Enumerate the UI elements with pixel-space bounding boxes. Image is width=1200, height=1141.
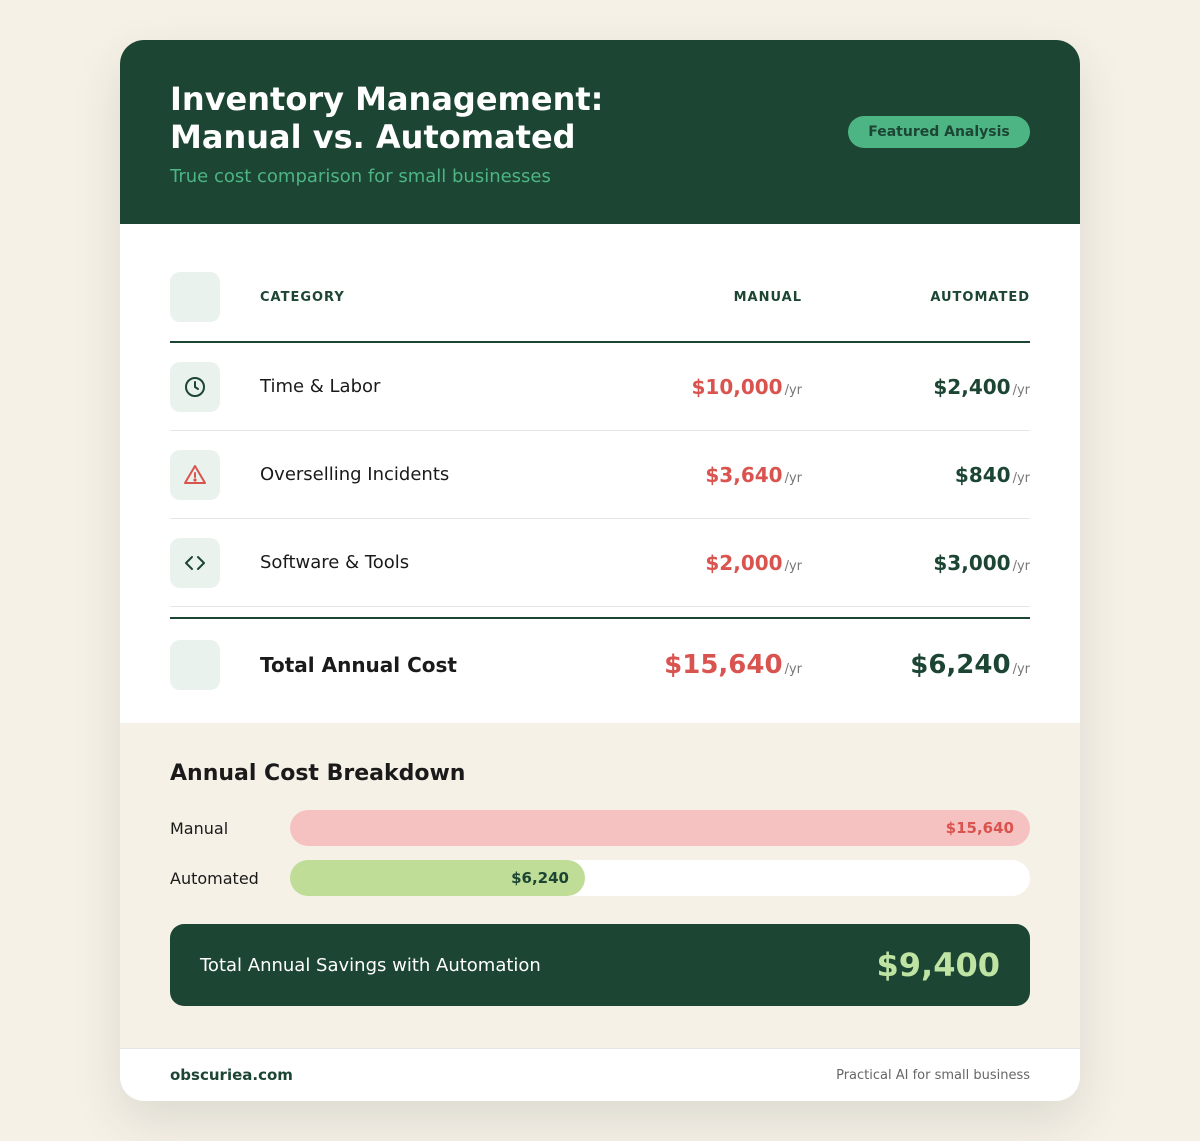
- savings-banner: Total Annual Savings with Automation $9,…: [170, 924, 1030, 1006]
- savings-value: $9,400: [876, 946, 1000, 984]
- bar-track: $15,640: [290, 810, 1030, 846]
- breakdown-bars: Manual $15,640 Automated $6,240: [170, 810, 1030, 896]
- cost-table: CATEGORY MANUAL AUTOMATED Time & Labor $…: [120, 224, 1080, 723]
- automated-value: $840: [954, 462, 1011, 487]
- automated-value: $2,400: [933, 374, 1011, 399]
- total-manual-value: $15,640: [664, 650, 783, 680]
- savings-label: Total Annual Savings with Automation: [200, 954, 541, 976]
- footer-tagline: Practical AI for small business: [836, 1067, 1030, 1083]
- code-icon: [170, 537, 220, 588]
- automated-value: $3,000: [933, 550, 1011, 575]
- unit-label: /yr: [784, 470, 802, 486]
- title-line-2: Manual vs. Automated: [170, 118, 576, 156]
- manual-value: $2,000: [705, 550, 783, 575]
- total-icon-placeholder: [170, 640, 220, 690]
- unit-label: /yr: [1012, 470, 1030, 486]
- cost-breakdown: Annual Cost Breakdown Manual $15,640 Aut…: [120, 723, 1080, 1048]
- title-line-1: Inventory Management:: [170, 80, 604, 118]
- unit-label: /yr: [1012, 382, 1030, 398]
- unit-label: /yr: [784, 382, 802, 398]
- table-row: Overselling Incidents $3,640/yr $840/yr: [170, 431, 1030, 518]
- bar-fill-manual: [290, 810, 1030, 846]
- bar-row-manual: Manual $15,640: [170, 810, 1030, 846]
- bar-value: $15,640: [945, 819, 1014, 837]
- bar-track: $6,240: [290, 860, 1030, 896]
- unit-label: /yr: [784, 558, 802, 574]
- breakdown-title: Annual Cost Breakdown: [170, 761, 466, 786]
- column-header-automated: AUTOMATED: [930, 289, 1030, 305]
- row-category: Overselling Incidents: [260, 464, 450, 485]
- manual-value: $3,640: [705, 462, 783, 487]
- total-automated-value: $6,240: [910, 650, 1011, 680]
- header-icon-placeholder: [170, 272, 220, 322]
- column-header-category: CATEGORY: [260, 289, 345, 305]
- brand-link[interactable]: obscuriea.com: [170, 1066, 293, 1084]
- row-category: Time & Labor: [260, 376, 381, 397]
- unit-label: /yr: [1012, 662, 1030, 677]
- total-label: Total Annual Cost: [260, 653, 457, 677]
- column-header-manual: MANUAL: [733, 289, 802, 305]
- unit-label: /yr: [1012, 558, 1030, 574]
- warning-icon: [170, 449, 220, 500]
- total-row: Total Annual Cost $15,640/yr $6,240/yr: [170, 619, 1030, 711]
- bar-label: Manual: [170, 818, 229, 838]
- subtitle: True cost comparison for small businesse…: [170, 166, 551, 187]
- unit-label: /yr: [784, 662, 802, 677]
- featured-badge: Featured Analysis: [848, 116, 1030, 148]
- bar-row-automated: Automated $6,240: [170, 860, 1030, 896]
- header: Inventory Management: Manual vs. Automat…: [120, 40, 1080, 224]
- manual-value: $10,000: [691, 374, 783, 399]
- table-header-row: CATEGORY MANUAL AUTOMATED: [170, 272, 1030, 322]
- clock-icon: [170, 361, 220, 412]
- bar-value: $6,240: [511, 869, 569, 887]
- footer: obscuriea.com Practical AI for small bus…: [120, 1048, 1080, 1101]
- table-row: Software & Tools $2,000/yr $3,000/yr: [170, 519, 1030, 606]
- table-row: Time & Labor $10,000/yr $2,400/yr: [170, 343, 1030, 430]
- bar-label: Automated: [170, 868, 259, 888]
- analysis-card: Inventory Management: Manual vs. Automat…: [120, 40, 1080, 1101]
- page-title: Inventory Management: Manual vs. Automat…: [170, 80, 730, 156]
- row-category: Software & Tools: [260, 552, 410, 573]
